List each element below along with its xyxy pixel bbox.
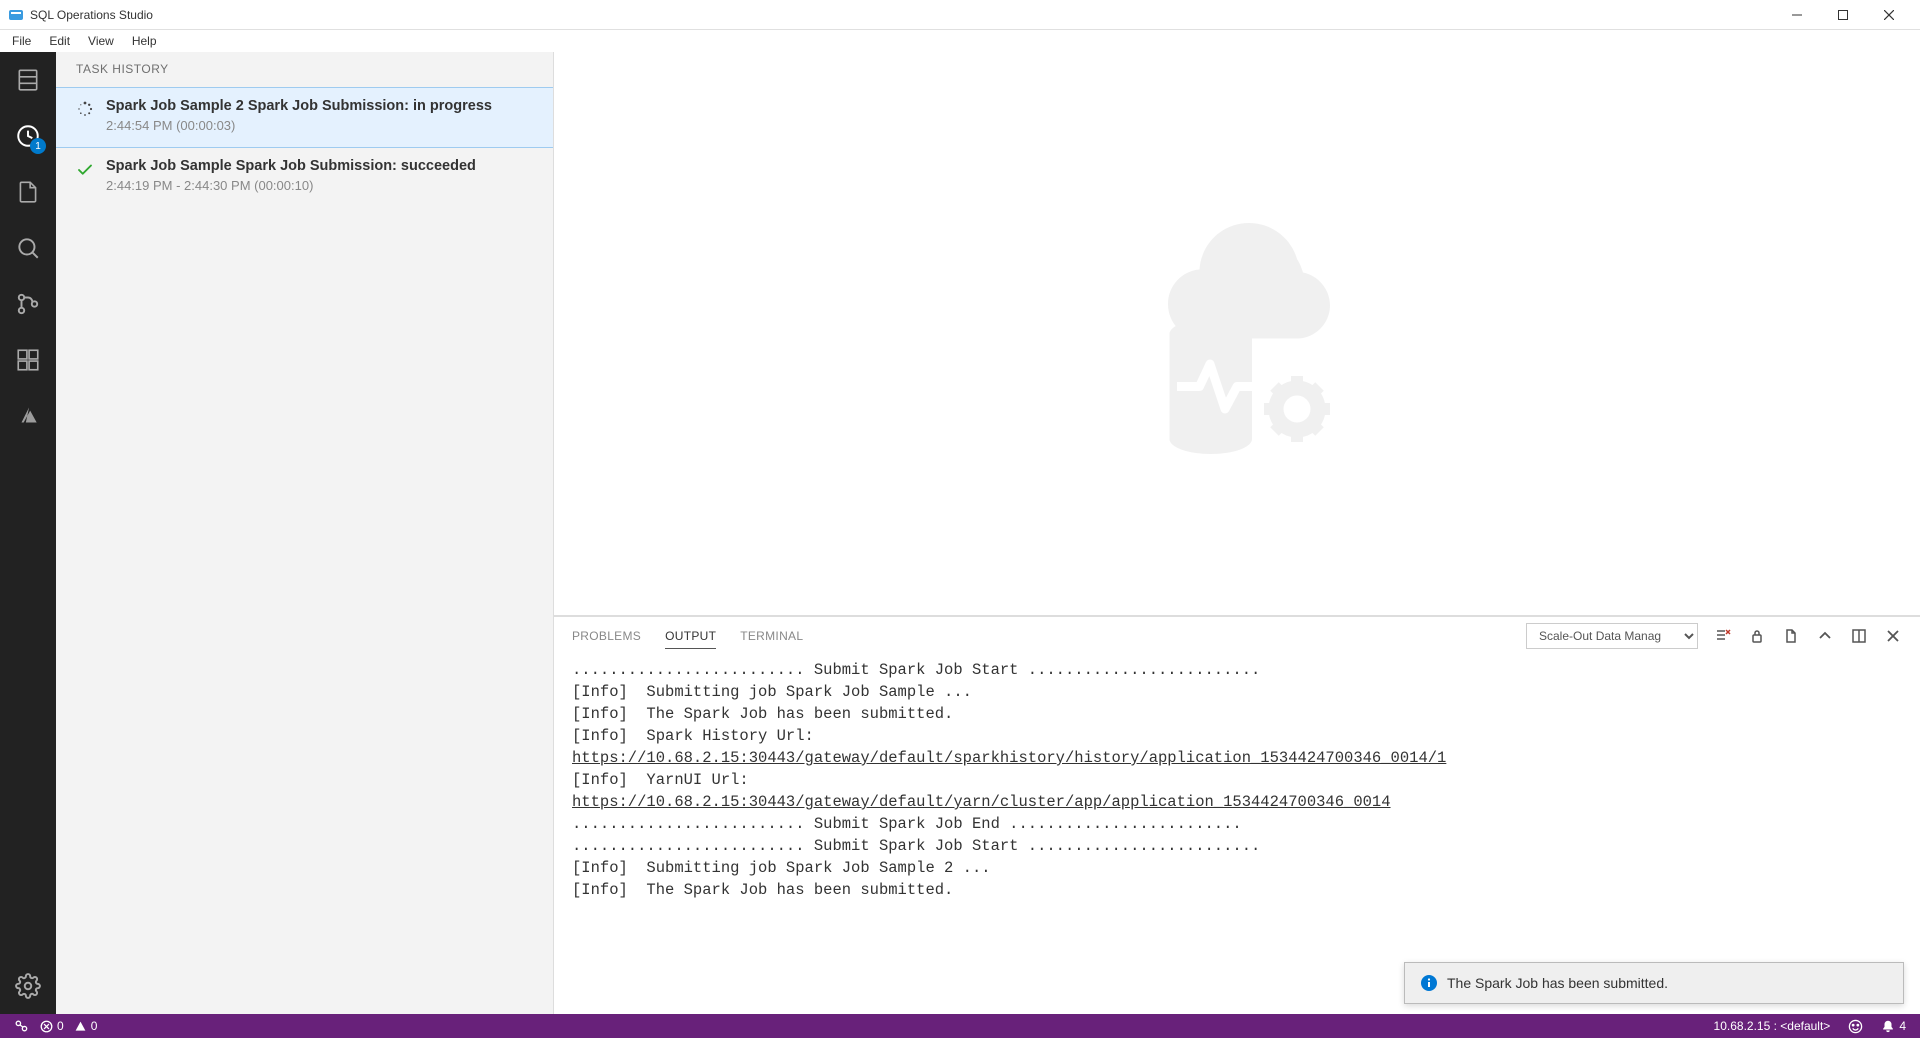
output-content[interactable]: ......................... Submit Spark J… xyxy=(554,655,1920,1014)
activity-extensions[interactable] xyxy=(0,332,56,388)
spark-history-url-link[interactable]: https://10.68.2.15:30443/gateway/default… xyxy=(572,749,1446,767)
task-history-badge: 1 xyxy=(30,138,46,154)
app-icon xyxy=(8,7,24,23)
status-notifications-count: 4 xyxy=(1899,1019,1906,1033)
app-title: SQL Operations Studio xyxy=(30,8,1774,22)
activity-settings[interactable] xyxy=(0,958,56,1014)
check-icon xyxy=(76,158,94,193)
tab-terminal[interactable]: TERMINAL xyxy=(740,623,803,649)
activity-servers[interactable] xyxy=(0,52,56,108)
menu-edit[interactable]: Edit xyxy=(41,32,78,50)
status-notifications[interactable]: 4 xyxy=(1875,1019,1912,1033)
spinner-icon xyxy=(76,98,94,133)
yarn-ui-url-link[interactable]: https://10.68.2.15:30443/gateway/default… xyxy=(572,793,1391,811)
main-area: 1 TASK HISTORY xyxy=(0,52,1920,1014)
status-problems[interactable]: 0 0 xyxy=(34,1019,103,1033)
task-list: Spark Job Sample 2 Spark Job Submission:… xyxy=(56,87,553,1014)
activity-explorer[interactable] xyxy=(0,164,56,220)
close-button[interactable] xyxy=(1866,0,1912,30)
output-channel-select[interactable]: Scale-Out Data Manag xyxy=(1526,623,1698,649)
tab-output[interactable]: OUTPUT xyxy=(665,623,716,649)
activity-search[interactable] xyxy=(0,220,56,276)
sidebar: TASK HISTORY Spark Job Sample 2 Spark Jo… xyxy=(56,52,554,1014)
clear-output-icon[interactable] xyxy=(1714,627,1732,645)
tab-problems[interactable]: PROBLEMS xyxy=(572,623,641,649)
editor-area: PROBLEMS OUTPUT TERMINAL Scale-Out Data … xyxy=(554,52,1920,1014)
sidebar-header: TASK HISTORY xyxy=(56,52,553,87)
collapse-panel-icon[interactable] xyxy=(1816,627,1834,645)
task-item-in-progress[interactable]: Spark Job Sample 2 Spark Job Submission:… xyxy=(56,87,553,148)
title-bar: SQL Operations Studio xyxy=(0,0,1920,30)
status-bar: 0 0 10.68.2.15 : <default> 4 xyxy=(0,1014,1920,1038)
status-warnings-count: 0 xyxy=(91,1019,98,1033)
bottom-panel: PROBLEMS OUTPUT TERMINAL Scale-Out Data … xyxy=(554,616,1920,1014)
menu-bar: File Edit View Help xyxy=(0,30,1920,52)
menu-file[interactable]: File xyxy=(4,32,39,50)
panel-tabs: PROBLEMS OUTPUT TERMINAL Scale-Out Data … xyxy=(554,617,1920,655)
window-controls xyxy=(1774,0,1912,30)
editor-empty-state xyxy=(554,52,1920,616)
close-panel-icon[interactable] xyxy=(1884,627,1902,645)
lock-scroll-icon[interactable] xyxy=(1748,627,1766,645)
task-title: Spark Job Sample Spark Job Submission: s… xyxy=(106,158,533,174)
activity-bar: 1 xyxy=(0,52,56,1014)
task-subtitle: 2:44:54 PM (00:00:03) xyxy=(106,118,533,133)
info-icon xyxy=(1421,975,1437,991)
notification-toast[interactable]: The Spark Job has been submitted. xyxy=(1404,962,1904,1004)
status-remote[interactable] xyxy=(8,1019,34,1033)
toast-message: The Spark Job has been submitted. xyxy=(1447,975,1668,991)
activity-azure[interactable] xyxy=(0,388,56,444)
open-file-icon[interactable] xyxy=(1782,627,1800,645)
task-title: Spark Job Sample 2 Spark Job Submission:… xyxy=(106,98,533,114)
status-feedback[interactable] xyxy=(1842,1019,1869,1034)
minimize-button[interactable] xyxy=(1774,0,1820,30)
menu-help[interactable]: Help xyxy=(124,32,165,50)
status-connection[interactable]: 10.68.2.15 : <default> xyxy=(1708,1019,1837,1033)
activity-source-control[interactable] xyxy=(0,276,56,332)
status-errors-count: 0 xyxy=(57,1019,64,1033)
task-item-succeeded[interactable]: Spark Job Sample Spark Job Submission: s… xyxy=(56,148,553,207)
activity-task-history[interactable]: 1 xyxy=(0,108,56,164)
menu-view[interactable]: View xyxy=(80,32,122,50)
maximize-panel-icon[interactable] xyxy=(1850,627,1868,645)
database-cloud-logo-icon xyxy=(1087,184,1387,484)
maximize-button[interactable] xyxy=(1820,0,1866,30)
task-subtitle: 2:44:19 PM - 2:44:30 PM (00:00:10) xyxy=(106,178,533,193)
